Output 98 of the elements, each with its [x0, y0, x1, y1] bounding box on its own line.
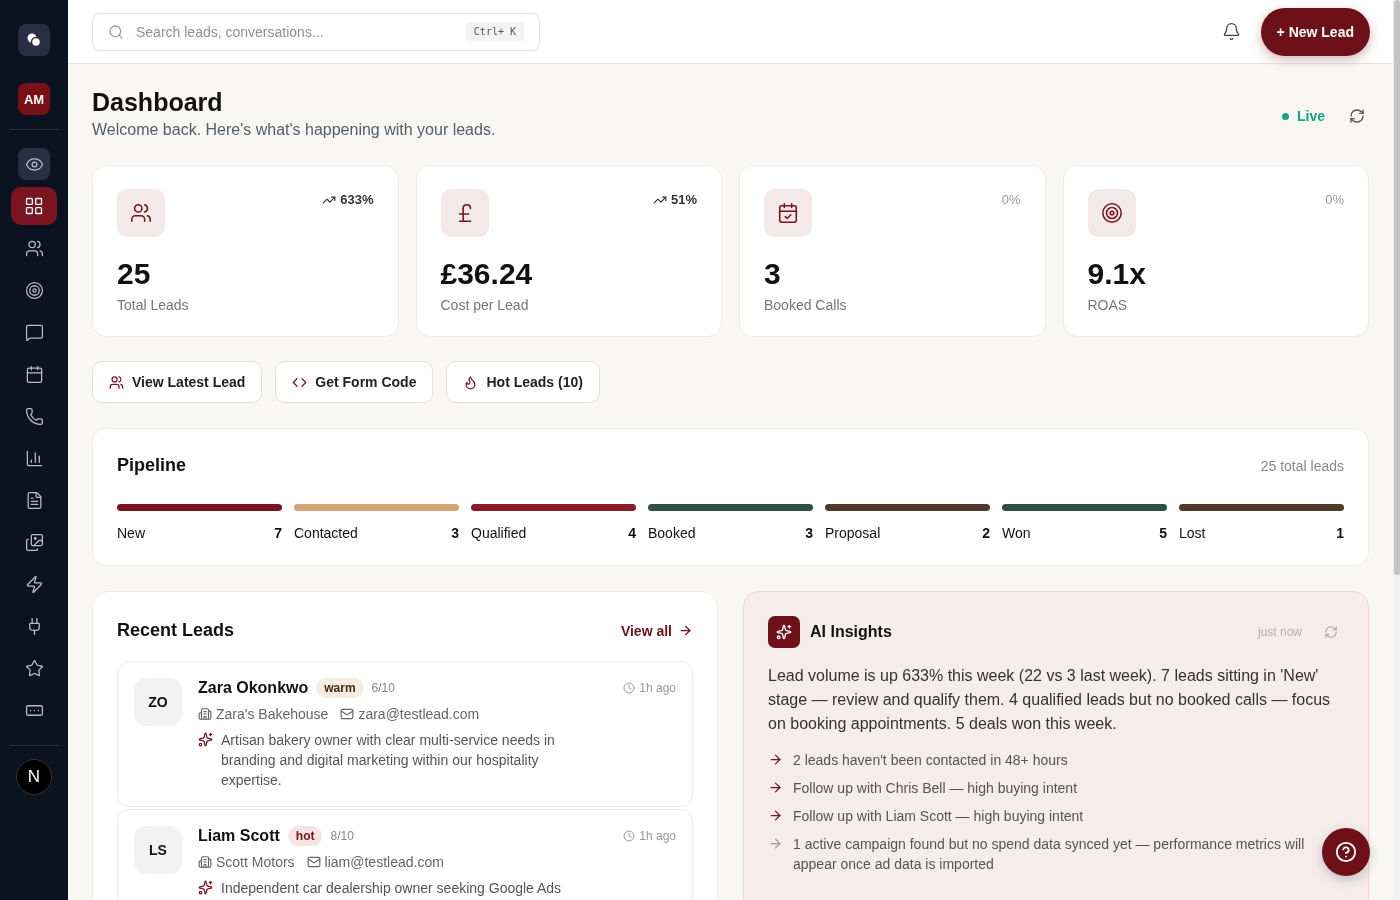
- quick-action-button[interactable]: Hot Leads (10): [446, 361, 600, 403]
- live-dot: [1282, 112, 1289, 120]
- lead-score: 6/10: [371, 681, 395, 695]
- lead-time: 1h ago: [623, 829, 676, 843]
- arrow-right-icon: [678, 623, 693, 638]
- stage-count: 1: [1336, 525, 1344, 541]
- lead-avatar: LS: [134, 826, 182, 874]
- lead-company: Zara's Bakehouse: [198, 706, 329, 722]
- temperature-tag: warm: [316, 678, 364, 698]
- section-title: Pipeline: [117, 455, 187, 476]
- clock-icon: [623, 830, 636, 842]
- stat-value: 25: [117, 257, 152, 291]
- lead-summary: Independent car dealership owner seeking Google Ads: [221, 879, 562, 898]
- page-title: Dashboard: [92, 88, 224, 117]
- lead-score: 8/10: [330, 829, 354, 843]
- lead-company: Scott Motors: [198, 854, 295, 870]
- lead-email: liam@testlead.com: [306, 854, 444, 870]
- sparkles-icon: [198, 880, 213, 895]
- lead-name: Liam Scott: [198, 827, 280, 845]
- lead-summary: Artisan bakery owner with clear multi-service needs in branding and digital marketing within our hospitality expertise.: [221, 731, 556, 790]
- stage-name: Proposal: [825, 525, 881, 541]
- target-icon: [24, 280, 44, 300]
- stat-label: Cost per Lead: [440, 297, 530, 313]
- users-icon: [130, 202, 152, 224]
- stage-count: 5: [1159, 525, 1167, 541]
- lead-email: zara@testlead.com: [340, 706, 480, 722]
- insight-point: Follow up with Liam Scott — high buying intent: [793, 807, 1084, 826]
- stage-count: 2: [982, 525, 990, 541]
- clock-icon: [623, 682, 636, 694]
- sparkles-icon: [198, 732, 213, 747]
- users-icon: [24, 238, 44, 258]
- lead-name: Zara Okonkwo: [198, 679, 309, 697]
- building-icon: [198, 855, 212, 869]
- lead-avatar: ZO: [134, 678, 182, 726]
- new-lead-button[interactable]: + New Lead: [1260, 7, 1370, 56]
- section-title: AI Insights: [810, 623, 892, 641]
- stat-value: 3: [764, 257, 782, 291]
- lead-time: 1h ago: [623, 681, 676, 695]
- bar-chart-icon: [24, 448, 44, 468]
- calendar-icon: [24, 364, 44, 384]
- building-icon: [198, 707, 212, 721]
- mail-icon: [340, 707, 355, 721]
- images-icon: [24, 532, 44, 552]
- trend-value: 633%: [322, 192, 374, 207]
- sparkles-icon: [776, 624, 792, 640]
- stat-value: 9.1x: [1087, 257, 1147, 291]
- insight-point: 2 leads haven't been contacted in 48+ hours: [793, 751, 1068, 770]
- temperature-tag: hot: [287, 826, 323, 846]
- calendar-check-icon: [777, 202, 799, 224]
- target-icon: [1100, 202, 1123, 224]
- sidebar-item[interactable]: [11, 187, 57, 225]
- stage-name: Contacted: [294, 525, 358, 541]
- stage-count: 4: [628, 525, 636, 541]
- star-icon: [24, 658, 44, 678]
- scrollbar[interactable]: [1393, 0, 1400, 900]
- updated-time: just now: [1257, 625, 1302, 639]
- total-leads: 25 total leads: [1260, 457, 1344, 474]
- live-status: Live: [1297, 108, 1325, 124]
- stat-value: £36.24: [440, 257, 534, 291]
- insight-summary: Lead volume is up 633% this week (22 vs 3 last week). 7 leads sitting in 'New' stage — review and qualify them. 4 qualified leads but no booked calls — focus on booking appointments. 5 deals won this week.: [768, 666, 1332, 734]
- trend-value: 51%: [652, 192, 697, 207]
- trend-value: 0%: [1325, 192, 1344, 207]
- sidebar-item[interactable]: [18, 148, 50, 180]
- grid-icon: [24, 196, 44, 216]
- stat-label: Booked Calls: [764, 297, 848, 313]
- help-icon: [1335, 841, 1357, 863]
- quick-action-button[interactable]: Get Form Code: [275, 361, 434, 403]
- search-icon: [108, 23, 124, 40]
- lead-item[interactable]: LS Liam Scott hot 8/10 1h ago Scott Motors liam@testlead.com Independent car dealership owner seeking Google Ads: [117, 809, 693, 900]
- stage-count: 3: [451, 525, 459, 541]
- logo-icon: [26, 32, 42, 48]
- lead-item[interactable]: ZO Zara Okonkwo warm 6/10 1h ago Zara's Bakehouse zara@testlead.com Artisan bakery owner with clear multi-service needs in branding and digital marketing within our hospitality expertise.: [117, 661, 693, 807]
- quick-action-button[interactable]: View Latest Lead: [92, 361, 263, 403]
- stat-label: ROAS: [1087, 297, 1129, 313]
- stage-name: Qualified: [471, 525, 527, 541]
- app-logo[interactable]: [18, 24, 50, 56]
- chat-icon: [24, 322, 44, 342]
- stat-label: Total Leads: [117, 297, 190, 313]
- mail-icon: [306, 855, 321, 869]
- stage-name: Lost: [1179, 525, 1206, 541]
- stage-name: Booked: [648, 525, 696, 541]
- refresh-icon[interactable]: [1349, 108, 1365, 124]
- section-title: Recent Leads: [117, 620, 235, 641]
- stage-count: 3: [805, 525, 813, 541]
- users-icon: [109, 374, 124, 390]
- lightning-icon: [24, 574, 44, 594]
- stage-name: New: [117, 525, 145, 541]
- insight-point: 1 active campaign found but no spend data synced yet — performance metrics will appear once ad data is imported: [793, 835, 1306, 874]
- stage-name: Won: [1002, 525, 1031, 541]
- phone-icon: [24, 406, 44, 426]
- view-all-link[interactable]: View all: [620, 622, 693, 639]
- trend-value: 0%: [1001, 192, 1021, 207]
- page-subtitle: Welcome back. Here's what's happening with your leads.: [92, 121, 496, 139]
- insight-point: Follow up with Chris Bell — high buying intent: [793, 779, 1078, 798]
- account-avatar[interactable]: N: [16, 759, 52, 795]
- stage-count: 7: [274, 525, 282, 541]
- notification-bell-icon[interactable]: [1221, 22, 1241, 41]
- user-avatar[interactable]: AM: [18, 83, 50, 115]
